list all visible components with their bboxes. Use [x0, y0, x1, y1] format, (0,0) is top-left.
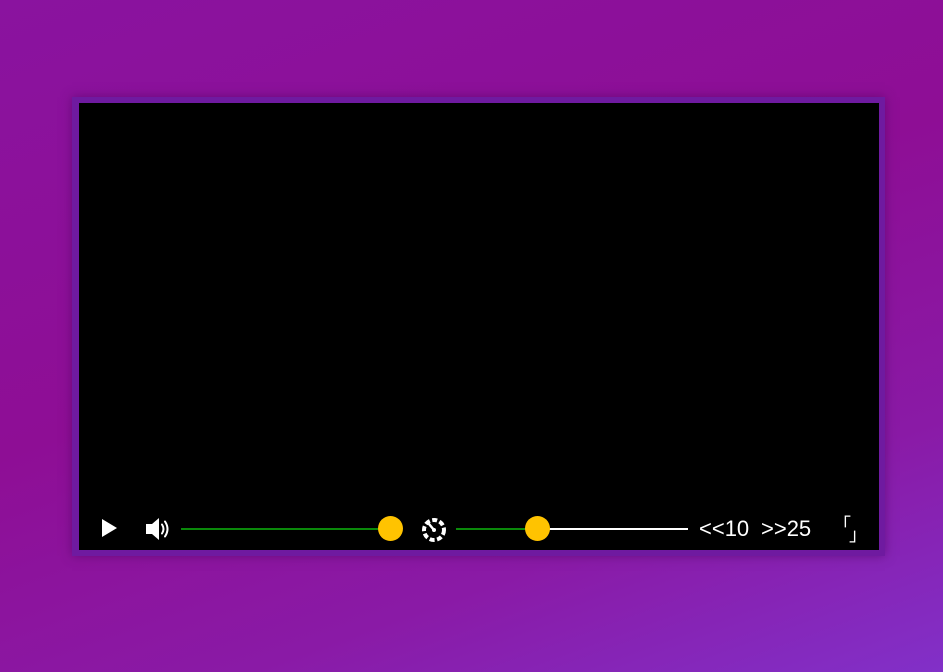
volume-fill	[181, 528, 390, 530]
speedometer-icon	[422, 518, 446, 542]
speaker-icon	[146, 518, 169, 540]
fullscreen-button[interactable]: 「 」	[829, 512, 867, 545]
volume-button[interactable]	[145, 516, 173, 542]
video-screen[interactable]: <<10 >>25 「 」	[79, 103, 879, 550]
skip-forward-button[interactable]: >>25	[761, 516, 811, 542]
playback-speed-button[interactable]	[419, 515, 449, 545]
seek-slider[interactable]	[456, 516, 688, 542]
play-button[interactable]	[99, 518, 119, 538]
fullscreen-icon-corner: 」	[849, 525, 867, 545]
play-icon	[102, 519, 117, 537]
volume-thumb[interactable]	[377, 516, 403, 541]
video-player: <<10 >>25 「 」	[72, 97, 885, 556]
control-bar: <<10 >>25 「 」	[79, 508, 879, 548]
skip-back-button[interactable]: <<10	[699, 516, 749, 542]
volume-slider[interactable]	[181, 516, 403, 542]
seek-thumb[interactable]	[524, 516, 550, 541]
